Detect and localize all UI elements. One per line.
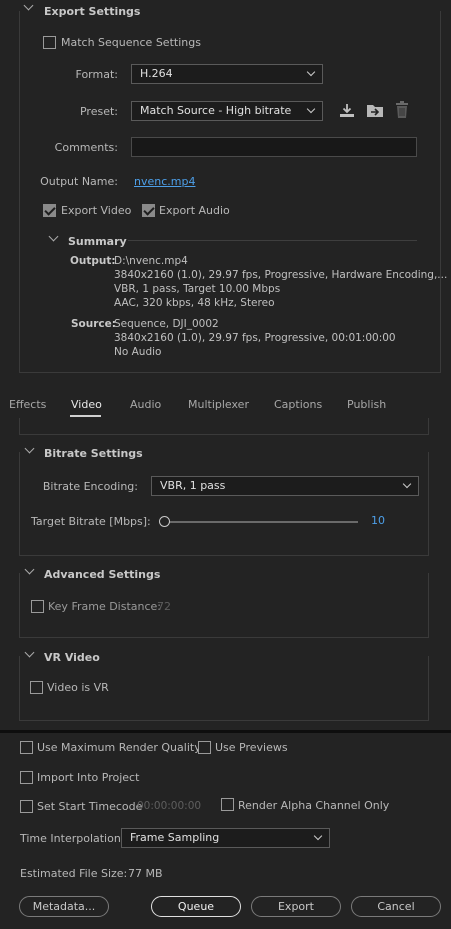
footer-divider <box>0 730 451 733</box>
import-project-label: Import Into Project <box>37 771 140 784</box>
save-preset-icon[interactable] <box>338 102 356 119</box>
match-sequence-checkbox[interactable] <box>43 36 56 49</box>
key-frame-label: Key Frame Distance: <box>48 600 162 613</box>
summary-output-line: VBR, 1 pass, Target 10.00 Mbps <box>114 283 281 295</box>
match-sequence-label: Match Sequence Settings <box>61 36 201 49</box>
target-bitrate-label: Target Bitrate [Mbps]: <box>31 515 151 528</box>
tab-multiplexer[interactable]: Multiplexer <box>188 398 249 411</box>
file-size-value: 77 MB <box>128 867 163 880</box>
start-timecode-value[interactable]: 00:00:00:00 <box>137 800 201 812</box>
summary-title: Summary <box>68 235 127 248</box>
summary-output-line: 3840x2160 (1.0), 29.97 fps, Progressive,… <box>114 269 448 281</box>
output-name-label: Output Name: <box>40 175 118 188</box>
max-render-quality-checkbox[interactable] <box>20 741 33 754</box>
format-label: Format: <box>75 68 118 81</box>
comments-label: Comments: <box>54 141 118 154</box>
export-settings-collapse-icon[interactable] <box>23 0 34 11</box>
max-render-quality-label: Use Maximum Render Quality <box>37 741 201 754</box>
export-audio-label: Export Audio <box>159 204 230 217</box>
target-bitrate-value[interactable]: 10 <box>371 514 385 527</box>
chevron-down-icon <box>306 67 316 77</box>
import-preset-icon[interactable] <box>365 102 385 119</box>
preset-dropdown[interactable]: Match Source - High bitrate <box>131 101 323 121</box>
summary-source-line: 3840x2160 (1.0), 29.97 fps, Progressive,… <box>114 332 396 344</box>
tab-video[interactable]: Video <box>71 398 102 411</box>
bitrate-encoding-label: Bitrate Encoding: <box>42 480 138 493</box>
target-bitrate-slider-track[interactable] <box>164 521 358 523</box>
time-interpolation-label: Time Interpolation: <box>20 832 125 845</box>
bitrate-encoding-dropdown[interactable]: VBR, 1 pass <box>151 476 419 496</box>
format-value: H.264 <box>140 67 173 80</box>
start-timecode-checkbox[interactable] <box>20 800 33 813</box>
format-dropdown[interactable]: H.264 <box>131 64 323 84</box>
delete-preset-icon[interactable] <box>394 101 410 119</box>
target-bitrate-slider-thumb[interactable] <box>159 516 170 527</box>
preset-value: Match Source - High bitrate <box>140 104 292 117</box>
bitrate-settings-title: Bitrate Settings <box>44 447 143 460</box>
output-name-link[interactable]: nvenc.mp4 <box>134 175 195 188</box>
advanced-settings-title: Advanced Settings <box>44 568 161 581</box>
start-timecode-label: Set Start Timecode <box>37 800 143 813</box>
video-is-vr-checkbox[interactable] <box>30 681 43 694</box>
export-button[interactable]: Export <box>251 896 341 917</box>
summary-output-line: AAC, 320 kbps, 48 kHz, Stereo <box>114 297 275 309</box>
key-frame-checkbox[interactable] <box>31 600 44 613</box>
time-interpolation-dropdown[interactable]: Frame Sampling <box>121 828 330 848</box>
tab-captions[interactable]: Captions <box>274 398 322 411</box>
preset-label: Preset: <box>79 105 118 118</box>
chevron-down-icon <box>306 104 316 114</box>
tab-effects[interactable]: Effects <box>9 398 46 411</box>
use-previews-label: Use Previews <box>215 741 288 754</box>
tab-publish[interactable]: Publish <box>347 398 386 411</box>
export-audio-checkbox[interactable] <box>142 204 155 217</box>
summary-output-line: D:\nvenc.mp4 <box>114 255 188 267</box>
summary-source-line: Sequence, DJI_0002 <box>114 318 219 330</box>
render-alpha-label: Render Alpha Channel Only <box>238 799 390 812</box>
export-video-label: Export Video <box>61 204 132 217</box>
time-interpolation-value: Frame Sampling <box>130 831 220 844</box>
use-previews-checkbox[interactable] <box>198 741 211 754</box>
metadata-button[interactable]: Metadata... <box>19 896 109 917</box>
cancel-button[interactable]: Cancel <box>351 896 441 917</box>
vr-video-title: VR Video <box>44 651 100 664</box>
tab-audio[interactable]: Audio <box>130 398 161 411</box>
video-is-vr-label: Video is VR <box>47 681 109 694</box>
export-settings-title: Export Settings <box>44 5 141 18</box>
file-size-label: Estimated File Size: <box>20 867 128 880</box>
queue-button[interactable]: Queue <box>151 896 241 917</box>
tab-video-underline <box>70 415 101 417</box>
chevron-down-icon <box>402 479 412 489</box>
export-video-checkbox[interactable] <box>43 204 56 217</box>
summary-output-key: Output: <box>70 255 116 267</box>
import-project-checkbox[interactable] <box>20 771 33 784</box>
bitrate-settings-panel <box>19 452 429 556</box>
comments-input[interactable] <box>131 137 417 157</box>
previous-section-panel <box>19 418 429 435</box>
summary-source-line: No Audio <box>114 346 162 358</box>
render-alpha-checkbox[interactable] <box>221 798 234 811</box>
chevron-down-icon <box>313 831 323 841</box>
bitrate-encoding-value: VBR, 1 pass <box>160 479 226 492</box>
summary-divider <box>128 240 417 241</box>
summary-source-key: Source: <box>71 318 116 330</box>
key-frame-value[interactable]: 72 <box>157 600 171 613</box>
